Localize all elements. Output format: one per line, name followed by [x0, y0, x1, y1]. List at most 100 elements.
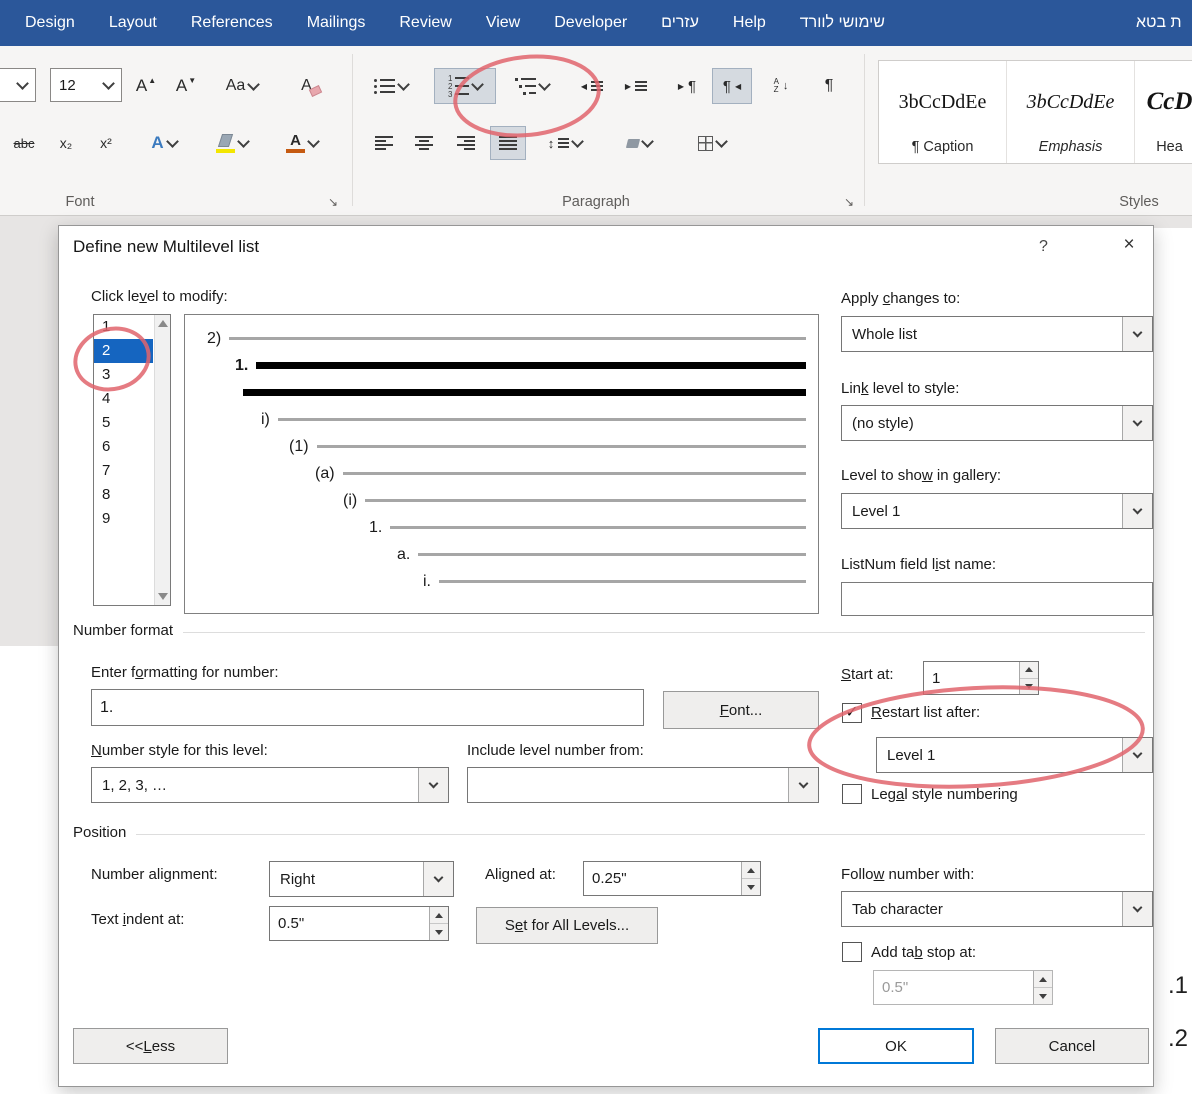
- follow-number-select[interactable]: Tab character: [841, 891, 1153, 927]
- chevron-down-icon[interactable]: [423, 862, 453, 896]
- spin-down-icon[interactable]: [742, 879, 760, 895]
- superscript-button[interactable]: x²: [88, 126, 124, 160]
- spin-up-icon[interactable]: [1034, 971, 1052, 988]
- sort-button[interactable]: AZ ↓: [760, 68, 802, 104]
- strikethrough-button[interactable]: abc: [6, 126, 42, 160]
- restart-list-checkbox[interactable]: ✓: [842, 703, 862, 723]
- level-item-selected[interactable]: 2: [94, 339, 153, 363]
- tab-ezrim[interactable]: עזרים: [644, 0, 716, 46]
- line-spacing-button[interactable]: ↕: [538, 126, 592, 160]
- numbering-button[interactable]: 123: [434, 68, 496, 104]
- pilcrow-icon: ¶: [825, 77, 834, 95]
- highlight-color-button[interactable]: [202, 124, 262, 162]
- font-size-combo[interactable]: 12: [50, 68, 122, 102]
- style-caption[interactable]: 3bCcDdEe ¶ Caption: [879, 61, 1007, 163]
- preview-line: [317, 445, 806, 448]
- chevron-down-icon[interactable]: [418, 768, 448, 802]
- level-item[interactable]: 1: [94, 315, 153, 339]
- start-at-spinner[interactable]: 1: [923, 661, 1039, 695]
- ltr-direction-button[interactable]: ▶¶: [666, 68, 708, 104]
- multilevel-list-button[interactable]: [502, 68, 562, 104]
- spin-up-icon[interactable]: [430, 907, 448, 924]
- spin-down-icon[interactable]: [1034, 988, 1052, 1004]
- change-case-button[interactable]: Aa: [212, 70, 272, 102]
- number-style-select[interactable]: 1, 2, 3, …: [91, 767, 449, 803]
- tab-help[interactable]: Help: [716, 0, 783, 46]
- tab-mailings[interactable]: Mailings: [290, 0, 383, 46]
- tab-partial[interactable]: ת בטא: [1119, 0, 1192, 46]
- style-emphasis[interactable]: 3bCcDdEe Emphasis: [1007, 61, 1135, 163]
- chevron-down-icon[interactable]: [1122, 317, 1152, 351]
- listbox-scrollbar[interactable]: [154, 315, 170, 605]
- number-alignment-select[interactable]: Right: [269, 861, 454, 897]
- help-icon[interactable]: ?: [1039, 238, 1048, 256]
- chevron-down-icon[interactable]: [1122, 738, 1152, 772]
- spin-up-icon[interactable]: [742, 862, 760, 879]
- font-color-button[interactable]: A: [272, 124, 332, 162]
- cancel-button[interactable]: Cancel: [995, 1028, 1149, 1064]
- font-button[interactable]: Font...: [663, 691, 819, 729]
- level-item[interactable]: 3: [94, 363, 153, 387]
- shrink-font-button[interactable]: A▼: [168, 70, 204, 102]
- add-tab-stop-checkbox[interactable]: [842, 942, 862, 962]
- tab-shimushi-leword[interactable]: שימושי לוורד: [783, 0, 902, 46]
- tab-design[interactable]: Design: [8, 0, 92, 46]
- level-item[interactable]: 6: [94, 435, 153, 459]
- listnum-input[interactable]: [841, 582, 1153, 616]
- decrease-indent-button[interactable]: ◀: [572, 68, 612, 104]
- tab-review[interactable]: Review: [382, 0, 468, 46]
- borders-button[interactable]: [682, 126, 742, 160]
- tab-view[interactable]: View: [469, 0, 537, 46]
- level-item[interactable]: 7: [94, 459, 153, 483]
- chevron-down-icon[interactable]: [1122, 892, 1152, 926]
- level-listbox[interactable]: 1 2 3 4 5 6 7 8 9: [93, 314, 171, 606]
- align-center-button[interactable]: [406, 126, 442, 160]
- number-format-input[interactable]: [91, 689, 644, 726]
- link-level-select[interactable]: (no style): [841, 405, 1153, 441]
- set-all-levels-button[interactable]: Set for All Levels...: [476, 907, 658, 944]
- tab-layout[interactable]: Layout: [92, 0, 174, 46]
- include-level-select[interactable]: [467, 767, 819, 803]
- chevron-down-icon[interactable]: [1122, 494, 1152, 528]
- aligned-at-spinner[interactable]: 0.25": [583, 861, 761, 896]
- level-item[interactable]: 8: [94, 483, 153, 507]
- increase-indent-button[interactable]: ▶: [616, 68, 656, 104]
- level-item[interactable]: 5: [94, 411, 153, 435]
- tab-stop-spinner[interactable]: 0.5": [873, 970, 1053, 1005]
- scroll-up-icon[interactable]: [158, 320, 168, 327]
- spin-up-icon[interactable]: [1020, 662, 1038, 679]
- gallery-level-select[interactable]: Level 1: [841, 493, 1153, 529]
- show-formatting-marks-button[interactable]: ¶: [810, 68, 848, 104]
- level-item[interactable]: 9: [94, 507, 153, 531]
- level-item[interactable]: 4: [94, 387, 153, 411]
- shading-button[interactable]: [608, 126, 670, 160]
- follow-number-label: Follow number with:: [841, 866, 974, 883]
- bullets-button[interactable]: [362, 68, 420, 104]
- text-effects-button[interactable]: A: [136, 126, 192, 160]
- less-button[interactable]: << Less: [73, 1028, 228, 1064]
- close-icon[interactable]: ×: [1115, 234, 1143, 256]
- restart-after-select[interactable]: Level 1: [876, 737, 1153, 773]
- paragraph-dialog-launcher-icon[interactable]: ↘: [844, 195, 854, 209]
- spin-down-icon[interactable]: [430, 924, 448, 940]
- font-name-combo-partial[interactable]: [0, 68, 36, 102]
- font-dialog-launcher-icon[interactable]: ↘: [328, 195, 338, 209]
- grow-font-button[interactable]: A▲: [128, 70, 164, 102]
- align-left-button[interactable]: [366, 126, 402, 160]
- tab-developer[interactable]: Developer: [537, 0, 644, 46]
- style-heading-partial[interactable]: CcD Hea: [1135, 61, 1192, 163]
- justify-button[interactable]: [490, 126, 526, 160]
- spin-down-icon[interactable]: [1020, 679, 1038, 695]
- apply-changes-select[interactable]: Whole list: [841, 316, 1153, 352]
- legal-style-checkbox[interactable]: [842, 784, 862, 804]
- align-right-button[interactable]: [448, 126, 484, 160]
- tab-references[interactable]: References: [174, 0, 290, 46]
- subscript-button[interactable]: x₂: [48, 126, 84, 160]
- ok-button[interactable]: OK: [818, 1028, 974, 1064]
- rtl-direction-button[interactable]: ¶◀: [712, 68, 752, 104]
- text-indent-spinner[interactable]: 0.5": [269, 906, 449, 941]
- chevron-down-icon[interactable]: [1122, 406, 1152, 440]
- scroll-down-icon[interactable]: [158, 593, 168, 600]
- clear-formatting-button[interactable]: A: [290, 70, 332, 102]
- chevron-down-icon[interactable]: [788, 768, 818, 802]
